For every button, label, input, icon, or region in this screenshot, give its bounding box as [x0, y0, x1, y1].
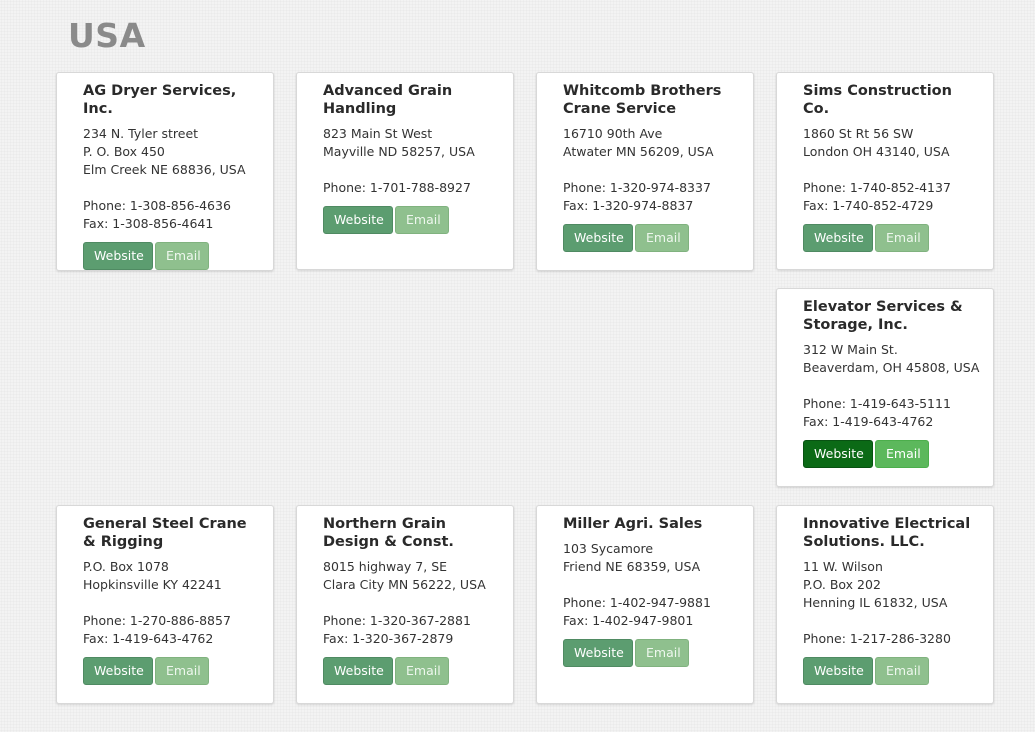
fax-number: Fax: 1-320-974-8837 — [563, 198, 694, 213]
dealer-name: Advanced Grain Handling — [323, 83, 453, 117]
address-line: Friend NE 68359, USA — [563, 559, 701, 574]
email-button[interactable]: Email — [635, 224, 689, 252]
dealer-card: Innovative Electrical Solutions. LLC. 11… — [776, 505, 994, 704]
email-button[interactable]: Email — [395, 657, 449, 685]
dealer-card: Sims Construction Co. 1860 St Rt 56 SW L… — [776, 72, 994, 270]
website-button[interactable]: Website — [803, 224, 873, 252]
address-line: London OH 43140, USA — [803, 144, 950, 159]
page-title: USA — [68, 16, 146, 55]
phone-number: Phone: 1-419-643-5111 — [803, 396, 951, 411]
dealer-card: Whitcomb Brothers Crane Service 16710 90… — [536, 72, 754, 271]
address-line: Atwater MN 56209, USA — [563, 144, 714, 159]
dealer-contact: Phone: 1-217-286-3280 — [803, 630, 983, 648]
address-line: Mayville ND 58257, USA — [323, 144, 475, 159]
fax-number: Fax: 1-419-643-4762 — [803, 414, 934, 429]
dealer-address: 103 Sycamore Friend NE 68359, USA — [563, 540, 743, 576]
dealer-card: Miller Agri. Sales 103 Sycamore Friend N… — [536, 505, 754, 704]
phone-number: Phone: 1-740-852-4137 — [803, 180, 951, 195]
phone-number: Phone: 1-308-856-4636 — [83, 198, 231, 213]
dealer-card: Elevator Services & Storage, Inc. 312 W … — [776, 288, 994, 487]
address-line: Henning IL 61832, USA — [803, 595, 948, 610]
fax-number: Fax: 1-740-852-4729 — [803, 198, 934, 213]
email-button[interactable]: Email — [635, 639, 689, 667]
dealer-name: Miller Agri. Sales — [563, 516, 703, 532]
website-button[interactable]: Website — [803, 657, 873, 685]
address-line: P. O. Box 450 — [83, 144, 165, 159]
fax-number: Fax: 1-419-643-4762 — [83, 631, 214, 646]
dealer-address: 823 Main St West Mayville ND 58257, USA — [323, 125, 503, 161]
dealer-name: General Steel Crane & Rigging — [83, 516, 247, 550]
email-button[interactable]: Email — [395, 206, 449, 234]
dealer-contact: Phone: 1-320-367-2881 Fax: 1-320-367-287… — [323, 612, 503, 648]
email-button[interactable]: Email — [155, 657, 209, 685]
address-line: 11 W. Wilson — [803, 559, 883, 574]
address-line: Beaverdam, OH 45808, USA — [803, 360, 980, 375]
dealer-name: Northern Grain Design & Const. — [323, 516, 454, 550]
phone-number: Phone: 1-270-886-8857 — [83, 613, 231, 628]
website-button[interactable]: Website — [323, 206, 393, 234]
dealer-address: 1860 St Rt 56 SW London OH 43140, USA — [803, 125, 983, 161]
address-line: 312 W Main St. — [803, 342, 898, 357]
dealer-address: 312 W Main St. Beaverdam, OH 45808, USA — [803, 341, 983, 377]
phone-number: Phone: 1-217-286-3280 — [803, 631, 951, 646]
dealer-name: Innovative Electrical Solutions. LLC. — [803, 516, 971, 550]
email-button[interactable]: Email — [875, 440, 929, 468]
dealer-card: Advanced Grain Handling 823 Main St West… — [296, 72, 514, 270]
address-line: 234 N. Tyler street — [83, 126, 199, 141]
dealer-address: 234 N. Tyler street P. O. Box 450 Elm Cr… — [83, 125, 263, 179]
fax-number: Fax: 1-402-947-9801 — [563, 613, 694, 628]
dealer-contact: Phone: 1-701-788-8927 — [323, 179, 503, 197]
dealer-contact: Phone: 1-308-856-4636 Fax: 1-308-856-464… — [83, 197, 263, 233]
email-button[interactable]: Email — [155, 242, 209, 270]
website-button[interactable]: Website — [83, 242, 153, 270]
phone-number: Phone: 1-402-947-9881 — [563, 595, 711, 610]
dealer-address: P.O. Box 1078 Hopkinsville KY 42241 — [83, 558, 263, 594]
address-line: Clara City MN 56222, USA — [323, 577, 486, 592]
fax-number: Fax: 1-308-856-4641 — [83, 216, 214, 231]
dealer-name: Sims Construction Co. — [803, 83, 952, 117]
website-button[interactable]: Website — [803, 440, 873, 468]
address-line: P.O. Box 202 — [803, 577, 881, 592]
dealer-address: 11 W. Wilson P.O. Box 202 Henning IL 618… — [803, 558, 983, 612]
address-line: 16710 90th Ave — [563, 126, 663, 141]
dealer-contact: Phone: 1-419-643-5111 Fax: 1-419-643-476… — [803, 395, 983, 431]
dealer-name: Elevator Services & Storage, Inc. — [803, 299, 963, 333]
dealer-card: AG Dryer Services, Inc. 234 N. Tyler str… — [56, 72, 274, 271]
dealer-address: 8015 highway 7, SE Clara City MN 56222, … — [323, 558, 503, 594]
dealer-address: 16710 90th Ave Atwater MN 56209, USA — [563, 125, 743, 161]
address-line: 8015 highway 7, SE — [323, 559, 448, 574]
website-button[interactable]: Website — [563, 639, 633, 667]
dealer-card: General Steel Crane & Rigging P.O. Box 1… — [56, 505, 274, 704]
address-line: Hopkinsville KY 42241 — [83, 577, 222, 592]
address-line: 823 Main St West — [323, 126, 433, 141]
phone-number: Phone: 1-320-367-2881 — [323, 613, 471, 628]
website-button[interactable]: Website — [323, 657, 393, 685]
address-line: Elm Creek NE 68836, USA — [83, 162, 246, 177]
fax-number: Fax: 1-320-367-2879 — [323, 631, 454, 646]
address-line: 103 Sycamore — [563, 541, 654, 556]
address-line: P.O. Box 1078 — [83, 559, 169, 574]
dealer-contact: Phone: 1-740-852-4137 Fax: 1-740-852-472… — [803, 179, 983, 215]
dealer-contact: Phone: 1-270-886-8857 Fax: 1-419-643-476… — [83, 612, 263, 648]
website-button[interactable]: Website — [83, 657, 153, 685]
email-button[interactable]: Email — [875, 224, 929, 252]
dealer-name: AG Dryer Services, Inc. — [83, 83, 237, 117]
dealer-name: Whitcomb Brothers Crane Service — [563, 83, 722, 117]
email-button[interactable]: Email — [875, 657, 929, 685]
dealer-card: Northern Grain Design & Const. 8015 high… — [296, 505, 514, 704]
phone-number: Phone: 1-320-974-8337 — [563, 180, 711, 195]
website-button[interactable]: Website — [563, 224, 633, 252]
dealer-contact: Phone: 1-320-974-8337 Fax: 1-320-974-883… — [563, 179, 743, 215]
phone-number: Phone: 1-701-788-8927 — [323, 180, 471, 195]
dealer-contact: Phone: 1-402-947-9881 Fax: 1-402-947-980… — [563, 594, 743, 630]
address-line: 1860 St Rt 56 SW — [803, 126, 914, 141]
